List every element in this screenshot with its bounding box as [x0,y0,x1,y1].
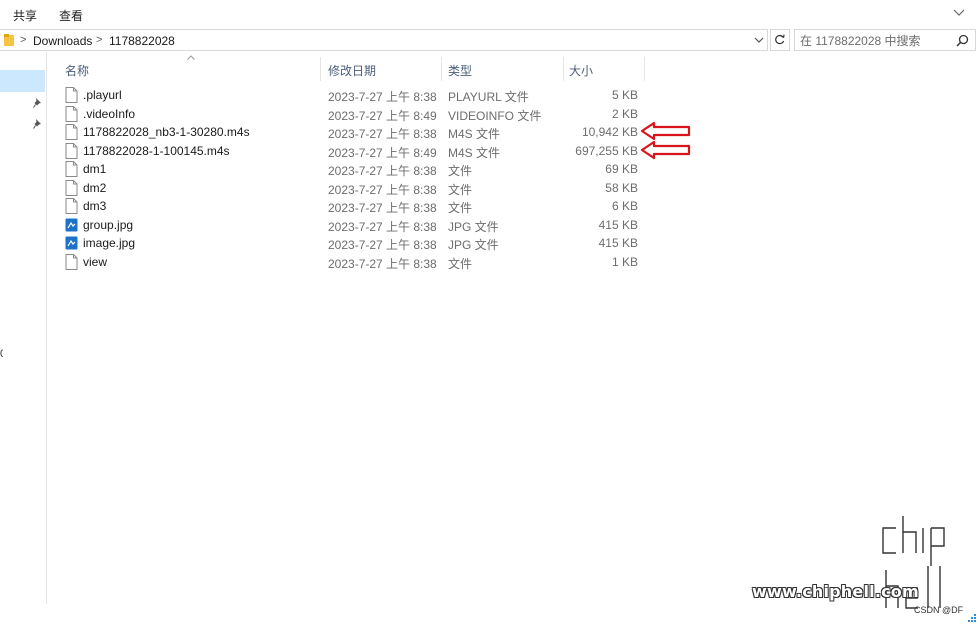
column-header-size[interactable]: 大小 [569,52,593,85]
refresh-icon [775,34,785,45]
file-type: 文件 [448,164,473,178]
image-file-icon [65,236,78,250]
file-size: 697,255 KB [575,143,638,158]
ribbon: 共享 查看 [0,0,980,28]
file-row[interactable]: group.jpg 2023-7-27 上午 8:38 JPG 文件 415 KB [48,216,648,234]
breadcrumb-separator: > [96,34,103,46]
file-type: 文件 [448,182,473,197]
file-row[interactable]: image.jpg 2023-7-27 上午 8:38 JPG 文件 415 KB [48,234,648,252]
file-date: 2023-7-27 上午 8:38 [328,127,437,141]
file-icon [65,142,78,159]
watermark-site: www.chiphell.com [752,582,919,601]
file-date: 2023-7-27 上午 8:38 [328,201,437,215]
column-divider[interactable] [563,57,564,81]
file-size: 5 KB [611,88,638,102]
file-icon [65,105,78,122]
breadcrumb-current-folder[interactable]: 1178822028 [109,34,175,48]
file-type: JPG 文件 [448,238,499,252]
breadcrumb-separator: > [20,34,27,46]
ribbon-tab-view[interactable]: 查看 [59,7,83,24]
nav-item-label: 0 [0,348,3,360]
file-name: view [83,254,108,269]
folder-icon [4,34,14,46]
file-icon [65,179,78,196]
column-header-type[interactable]: 类型 [448,52,472,85]
file-row[interactable]: dm3 2023-7-27 上午 8:38 文件 6 KB [48,197,648,215]
file-icon [65,253,78,270]
search-input[interactable] [800,33,950,48]
resize-grip-icon[interactable] [966,612,978,624]
file-date: 2023-7-27 上午 8:49 [328,108,437,123]
file-name: dm1 [83,162,107,176]
file-size: 69 KB [605,162,638,176]
file-type: M4S 文件 [448,145,501,160]
red-arrow-annotation [640,140,691,160]
pin-icon[interactable] [33,119,42,129]
navigation-pane: 0 [0,52,47,604]
file-row[interactable]: view 2023-7-27 上午 8:38 文件 1 KB [48,253,648,271]
nav-item-selected[interactable] [0,70,45,92]
file-name: dm3 [83,199,107,213]
file-icon [65,87,78,103]
file-icon [65,124,78,140]
chevron-down-icon[interactable] [752,31,766,50]
file-type: PLAYURL 文件 [448,90,529,104]
file-date: 2023-7-27 上午 8:38 [328,164,437,178]
column-divider[interactable] [644,57,645,81]
column-header-date[interactable]: 修改日期 [328,52,376,85]
file-row[interactable]: 1178822028-1-100145.m4s 2023-7-27 上午 8:49… [48,142,648,160]
file-name: dm2 [83,180,107,195]
ribbon-tab-share[interactable]: 共享 [13,7,37,24]
breadcrumb-downloads[interactable]: Downloads [33,34,92,48]
pin-icon[interactable] [33,98,42,108]
file-type: 文件 [448,201,473,215]
column-header-name[interactable]: 名称 [65,52,89,85]
file-date: 2023-7-27 上午 8:38 [328,219,437,234]
file-name: group.jpg [83,217,134,232]
file-date: 2023-7-27 上午 8:38 [328,238,437,252]
file-name: 1178822028-1-100145.m4s [83,143,230,158]
address-bar[interactable]: > Downloads > 1178822028 [0,29,768,51]
refresh-button[interactable] [770,29,790,51]
file-name: 1178822028_nb3-1-30280.m4s [83,125,250,139]
file-size: 415 KB [598,236,638,250]
file-date: 2023-7-27 上午 8:38 [328,182,437,197]
file-row[interactable]: .playurl 2023-7-27 上午 8:38 PLAYURL 文件 5 KB [48,86,648,104]
sort-ascending-icon [187,55,195,60]
column-divider[interactable] [320,57,321,81]
file-name: .videoInfo [83,106,136,121]
file-size: 1 KB [611,254,638,269]
file-type: M4S 文件 [448,127,501,141]
chevron-down-icon[interactable] [952,6,966,20]
file-date: 2023-7-27 上午 8:38 [328,256,437,271]
file-size: 2 KB [611,106,638,121]
search-icon[interactable] [956,34,969,47]
file-date: 2023-7-27 上午 8:38 [328,90,437,104]
file-name: image.jpg [83,236,136,250]
search-box[interactable] [794,29,976,51]
file-size: 6 KB [611,199,638,213]
file-size: 415 KB [598,217,638,232]
file-size: 58 KB [605,180,638,195]
red-arrow-annotation [640,121,691,141]
file-row[interactable]: dm1 2023-7-27 上午 8:38 文件 69 KB [48,160,648,178]
file-date: 2023-7-27 上午 8:49 [328,145,437,160]
file-row[interactable]: 1178822028_nb3-1-30280.m4s 2023-7-27 上午 8… [48,123,648,141]
watermark-csdn: CSDN @DF [914,605,964,615]
address-row: > Downloads > 1178822028 [0,29,980,51]
file-row[interactable]: dm2 2023-7-27 上午 8:38 文件 58 KB [48,179,648,197]
file-type: JPG 文件 [448,219,499,234]
file-size: 10,942 KB [581,125,638,139]
file-icon [65,198,78,214]
image-file-icon [65,218,78,231]
file-name: .playurl [83,88,122,102]
file-icon [65,161,78,177]
column-divider[interactable] [441,57,442,81]
file-type: VIDEOINFO 文件 [448,108,542,123]
file-row[interactable]: .videoInfo 2023-7-27 上午 8:49 VIDEOINFO 文件 2… [48,105,648,123]
file-type: 文件 [448,256,473,271]
file-list: 名称 修改日期 类型 大小 .playurl 2023-7-27 上午 8:38 P… [48,52,980,604]
